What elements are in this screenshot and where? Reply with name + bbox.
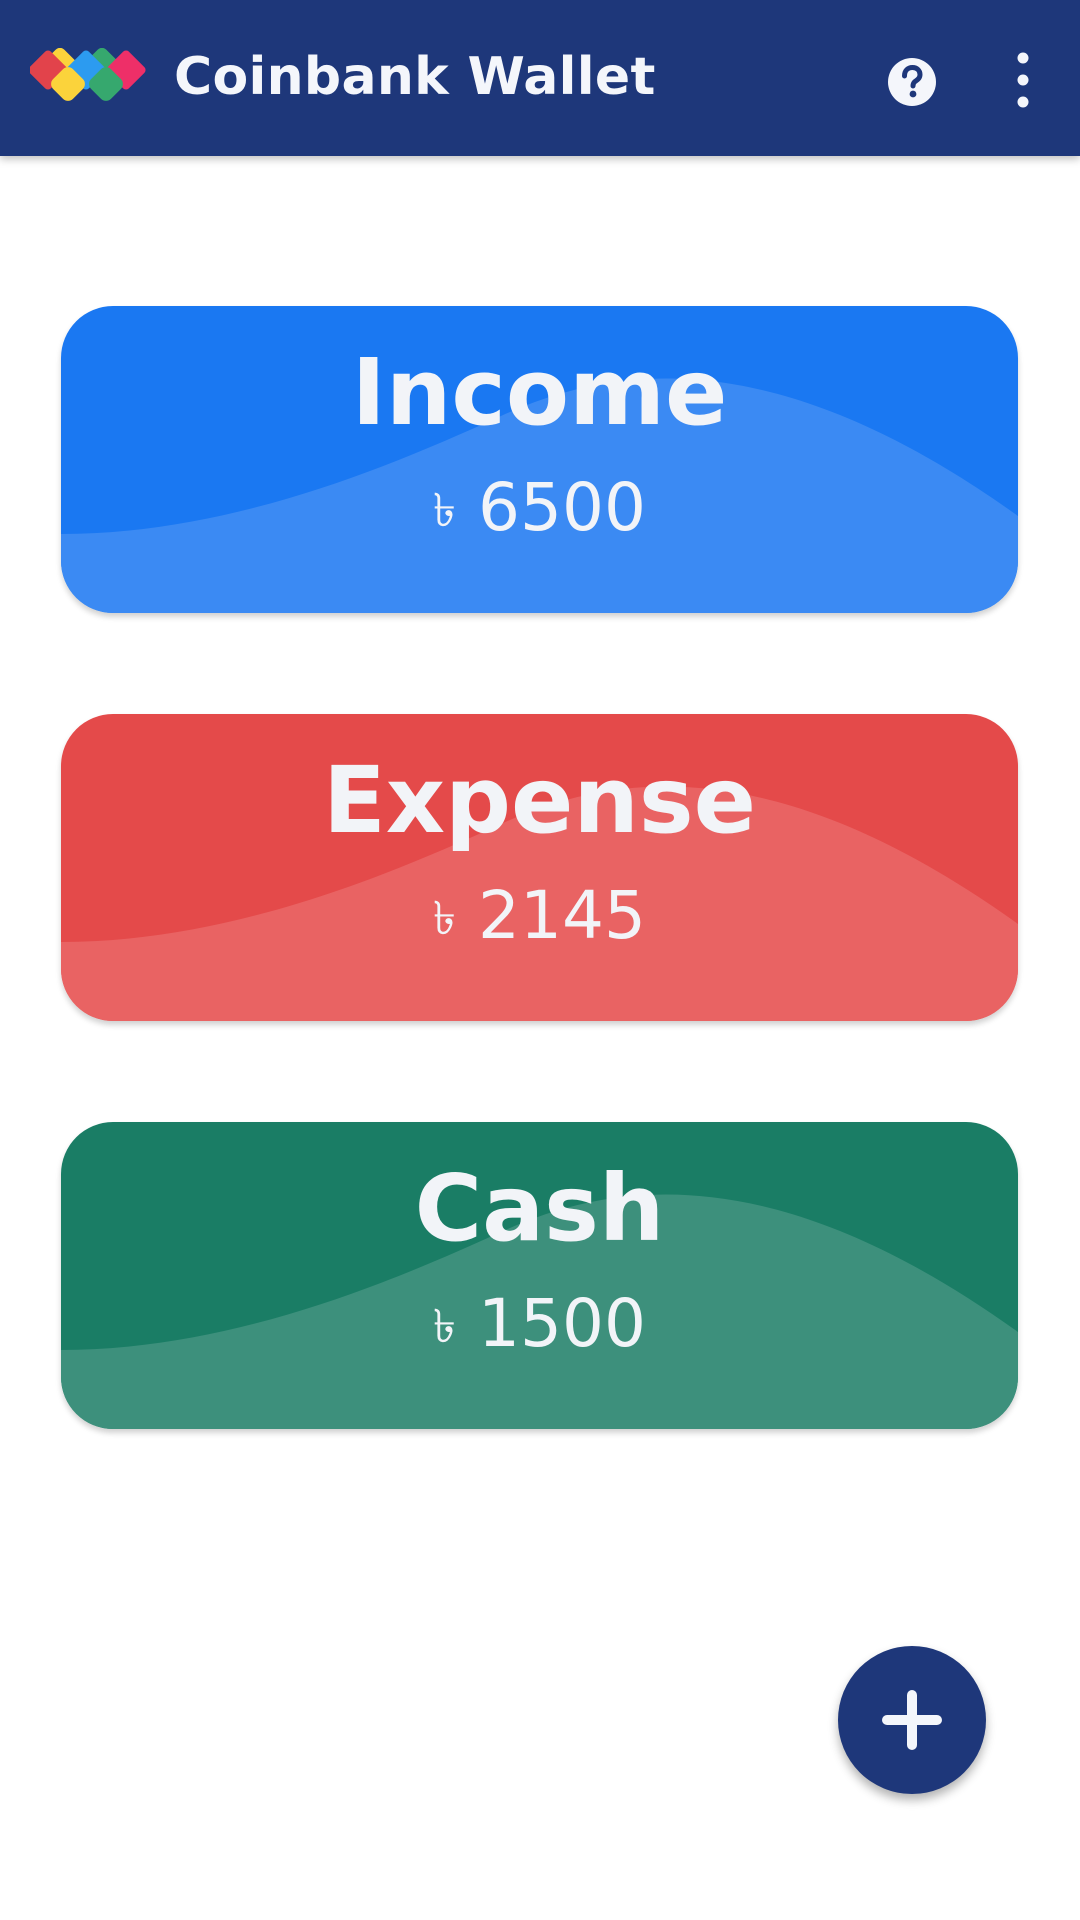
currency-symbol: ৳: [433, 483, 456, 537]
help-circle-icon[interactable]: [882, 52, 942, 112]
coinbank-logo-icon: [30, 48, 146, 101]
card-title: Expense: [322, 747, 757, 854]
add-transaction-button[interactable]: [838, 1646, 986, 1794]
card-amount: ৳ 6500: [61, 468, 1018, 554]
more-vertical-icon[interactable]: [1000, 50, 1046, 110]
currency-symbol: ৳: [433, 891, 456, 945]
app-title: Coinbank Wallet: [174, 47, 656, 107]
amount-value: 1500: [477, 1285, 646, 1362]
cash-card[interactable]: Cash ৳ 1500: [61, 1122, 1018, 1429]
card-amount: ৳ 1500: [61, 1284, 1018, 1370]
card-title: Cash: [414, 1155, 665, 1262]
expense-card[interactable]: Expense ৳ 2145: [61, 714, 1018, 1021]
amount-value: 2145: [477, 877, 646, 954]
plus-icon: [882, 1690, 942, 1750]
app-bar: Coinbank Wallet: [0, 0, 1080, 156]
card-amount: ৳ 2145: [61, 876, 1018, 962]
card-title: Income: [351, 339, 728, 446]
amount-value: 6500: [477, 469, 646, 546]
income-card[interactable]: Income ৳ 6500: [61, 306, 1018, 613]
currency-symbol: ৳: [433, 1299, 456, 1353]
